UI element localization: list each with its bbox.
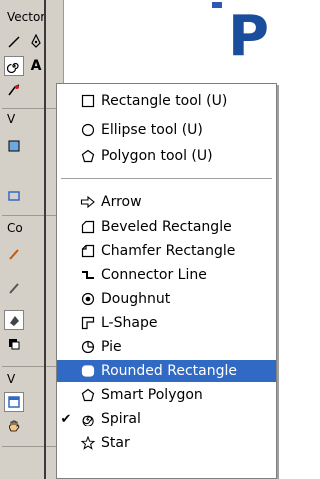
menu-item-connector-line[interactable]: Connector Line — [57, 264, 276, 286]
menu-item-label: Smart Polygon — [101, 387, 203, 403]
menu-item-label: Doughnut — [101, 291, 171, 307]
shape-tools-popup-menu: Rectangle tool (U) Ellipse tool (U) Poly… — [56, 83, 277, 479]
menu-item-label: Rectangle tool (U) — [101, 93, 228, 109]
section-label-vector: Vector — [7, 10, 46, 24]
menu-item-doughnut[interactable]: Doughnut — [57, 288, 276, 310]
menu-item-chamfer-rectangle[interactable]: Chamfer Rectangle — [57, 240, 276, 262]
menu-item-label: Pie — [101, 339, 122, 355]
section-label-view: V — [7, 112, 16, 126]
menu-item-star[interactable]: Star — [57, 432, 276, 454]
beveled-rectangle-icon — [79, 219, 97, 235]
checkmark-icon: ✔ — [60, 411, 72, 427]
star-icon — [79, 435, 97, 451]
menu-item-label: Rounded Rectangle — [101, 363, 237, 379]
menu-item-rounded-rectangle[interactable]: Rounded Rectangle — [57, 360, 276, 382]
menu-item-beveled-rectangle[interactable]: Beveled Rectangle — [57, 216, 276, 238]
menu-item-label: Connector Line — [101, 267, 207, 283]
eyedropper-tool-icon[interactable] — [4, 244, 24, 264]
ellipse-icon — [79, 122, 97, 138]
menu-item-label: Chamfer Rectangle — [101, 243, 236, 259]
section-label-colors: Co — [7, 221, 23, 235]
rounded-rectangle-icon — [79, 363, 97, 379]
menu-item-polygon-tool[interactable]: Polygon tool (U) — [57, 145, 276, 167]
menu-item-spiral[interactable]: ✔ Spiral — [57, 408, 276, 430]
frame-tool-icon[interactable] — [4, 186, 24, 206]
page-tool-icon[interactable] — [4, 136, 24, 156]
menu-item-smart-polygon[interactable]: Smart Polygon — [57, 384, 276, 406]
panel-divider — [2, 366, 60, 367]
knife-tool-icon[interactable] — [4, 80, 24, 100]
menu-item-label: Arrow — [101, 194, 142, 210]
menu-item-label: L-Shape — [101, 315, 158, 331]
menu-separator — [61, 178, 272, 179]
menu-item-rectangle-tool[interactable]: Rectangle tool (U) — [57, 90, 276, 112]
fill-color-icon[interactable] — [4, 310, 24, 330]
menu-item-label: Spiral — [101, 411, 141, 427]
menu-item-label: Star — [101, 435, 130, 451]
pencil-tool-icon[interactable] — [4, 278, 24, 298]
menu-item-label: Ellipse tool (U) — [101, 122, 203, 138]
menu-item-ellipse-tool[interactable]: Ellipse tool (U) — [57, 119, 276, 141]
hand-tool-icon[interactable] — [4, 416, 24, 436]
panel-border — [44, 0, 46, 479]
panel-divider — [2, 215, 60, 216]
spiral-tool-icon[interactable] — [4, 56, 24, 76]
canvas-artwork: P — [200, 0, 277, 70]
panel-divider — [2, 108, 60, 109]
menu-item-arrow[interactable]: Arrow — [57, 191, 276, 213]
menu-item-l-shape[interactable]: L-Shape — [57, 312, 276, 334]
rectangle-icon — [79, 93, 97, 109]
arrow-icon — [79, 194, 97, 210]
l-shape-icon — [79, 315, 97, 331]
pen-tool-icon[interactable] — [26, 32, 46, 52]
menu-item-label: Polygon tool (U) — [101, 148, 213, 164]
line-tool-icon[interactable] — [4, 32, 24, 52]
stroke-color-icon[interactable] — [4, 334, 24, 354]
tools-panel: Vector A V Co V — [0, 0, 64, 479]
pie-icon — [79, 339, 97, 355]
spiral-icon — [79, 411, 97, 427]
menu-item-pie[interactable]: Pie — [57, 336, 276, 358]
panel-divider — [2, 446, 60, 447]
doughnut-icon — [79, 291, 97, 307]
canvas-shape — [212, 2, 222, 8]
canvas-logo-glyph: P — [228, 4, 269, 69]
text-tool-icon[interactable]: A — [26, 56, 46, 76]
menu-item-label: Beveled Rectangle — [101, 219, 232, 235]
standard-screen-icon[interactable] — [4, 392, 24, 412]
smart-polygon-icon — [79, 387, 97, 403]
section-label-view2: V — [7, 372, 16, 386]
polygon-icon — [79, 148, 97, 164]
connector-line-icon — [79, 267, 97, 283]
chamfer-rectangle-icon — [79, 243, 97, 259]
